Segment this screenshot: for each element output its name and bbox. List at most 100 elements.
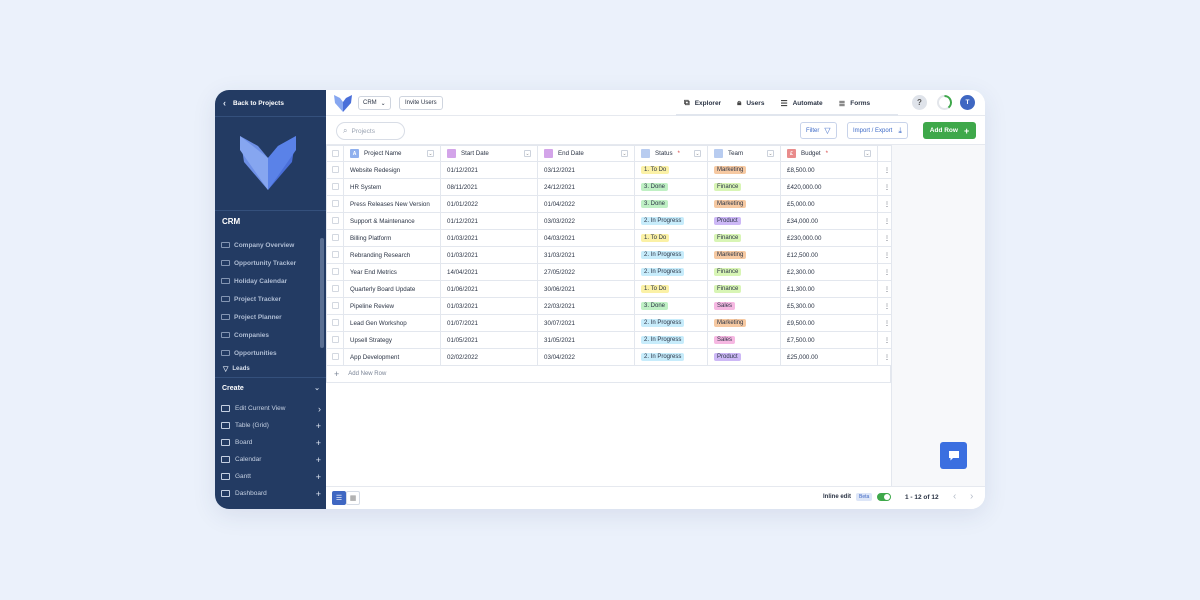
column-header-start-date[interactable]: Start Date ⌄ bbox=[440, 145, 538, 162]
column-header-project-name[interactable]: A Project Name ⌄ bbox=[343, 145, 441, 162]
table-row[interactable]: Pipeline Review 01/03/2021 22/03/2021 3. Do… bbox=[326, 297, 892, 315]
chat-button[interactable] bbox=[940, 442, 967, 469]
cell-project-name[interactable]: Year End Metrics bbox=[343, 263, 441, 281]
avatar[interactable]: T bbox=[960, 95, 975, 110]
create-board[interactable]: Board + bbox=[221, 434, 321, 451]
cell-project-name[interactable]: Upsell Strategy bbox=[343, 331, 441, 349]
inline-edit-toggle[interactable] bbox=[877, 493, 891, 501]
create-calendar[interactable]: Calendar + bbox=[221, 451, 321, 468]
row-menu-icon[interactable]: ⋮ bbox=[877, 263, 892, 281]
create-dashboard[interactable]: Dashboard + bbox=[221, 485, 321, 502]
cell-end-date[interactable]: 03/12/2021 bbox=[537, 161, 635, 179]
cell-project-name[interactable]: HR System bbox=[343, 178, 441, 196]
row-menu-icon[interactable]: ⋮ bbox=[877, 280, 892, 298]
table-row[interactable]: Rebranding Research 01/03/2021 31/03/2021 2… bbox=[326, 246, 892, 264]
cell-project-name[interactable]: Quarterly Board Update bbox=[343, 280, 441, 298]
chevron-down-icon[interactable]: ⌄ bbox=[694, 150, 701, 157]
cell-status[interactable]: 2. In Progress bbox=[634, 212, 708, 230]
sidebar-item-project-planner[interactable]: Project Planner bbox=[221, 308, 321, 326]
cell-start-date[interactable]: 01/03/2021 bbox=[440, 246, 538, 264]
row-checkbox[interactable] bbox=[326, 246, 344, 264]
row-menu-icon[interactable]: ⋮ bbox=[877, 178, 892, 196]
row-checkbox[interactable] bbox=[326, 229, 344, 247]
cell-end-date[interactable]: 30/07/2021 bbox=[537, 314, 635, 332]
invite-users-button[interactable]: Invite Users bbox=[399, 96, 443, 110]
cell-project-name[interactable]: Rebranding Research bbox=[343, 246, 441, 264]
table-row[interactable]: Press Releases New Version 01/01/2022 01/0… bbox=[326, 195, 892, 213]
cell-end-date[interactable]: 31/03/2021 bbox=[537, 246, 635, 264]
cell-budget[interactable]: £2,300.00 bbox=[780, 263, 878, 281]
cell-team[interactable]: Marketing bbox=[707, 161, 781, 179]
cell-end-date[interactable]: 01/04/2022 bbox=[537, 195, 635, 213]
chevron-down-icon[interactable]: ⌄ bbox=[767, 150, 774, 157]
table-row[interactable]: Quarterly Board Update 01/06/2021 30/06/20… bbox=[326, 280, 892, 298]
row-menu-icon[interactable]: ⋮ bbox=[877, 314, 892, 332]
row-checkbox[interactable] bbox=[326, 161, 344, 179]
tab-automate[interactable]: ☰ Automate bbox=[772, 90, 830, 116]
row-menu-icon[interactable]: ⋮ bbox=[877, 212, 892, 230]
add-new-row-button[interactable]: + Add New Row bbox=[326, 366, 891, 383]
chevron-down-icon[interactable]: ⌄ bbox=[524, 150, 531, 157]
tab-explorer[interactable]: ⧉ Explorer bbox=[676, 90, 729, 116]
sidebar-item-holiday-calendar[interactable]: Holiday Calendar bbox=[221, 272, 321, 290]
cell-status[interactable]: 1. To Do bbox=[634, 161, 708, 179]
cell-status[interactable]: 1. To Do bbox=[634, 280, 708, 298]
sidebar-item-company-overview[interactable]: Company Overview bbox=[221, 236, 321, 254]
cell-team[interactable]: Finance bbox=[707, 280, 781, 298]
cell-end-date[interactable]: 27/05/2022 bbox=[537, 263, 635, 281]
cell-end-date[interactable]: 03/04/2022 bbox=[537, 348, 635, 366]
chevron-left-icon[interactable]: ‹ bbox=[953, 491, 956, 502]
cell-team[interactable]: Marketing bbox=[707, 314, 781, 332]
cell-budget[interactable]: £420,000.00 bbox=[780, 178, 878, 196]
cell-budget[interactable]: £230,000.00 bbox=[780, 229, 878, 247]
table-row[interactable]: HR System 08/11/2021 24/12/2021 3. Done Fina… bbox=[326, 178, 892, 196]
row-menu-icon[interactable]: ⋮ bbox=[877, 161, 892, 179]
tab-users[interactable]: 🔒︎ Users bbox=[729, 90, 772, 116]
row-checkbox[interactable] bbox=[326, 263, 344, 281]
chevron-down-icon[interactable]: ⌄ bbox=[864, 150, 871, 157]
search-input[interactable]: ⌕ Projects bbox=[336, 122, 405, 140]
cell-status[interactable]: 3. Done bbox=[634, 195, 708, 213]
cell-team[interactable]: Finance bbox=[707, 178, 781, 196]
cell-start-date[interactable]: 01/06/2021 bbox=[440, 280, 538, 298]
cell-budget[interactable]: £8,500.00 bbox=[780, 161, 878, 179]
app-logo-small[interactable] bbox=[334, 95, 352, 112]
table-row[interactable]: Support & Maintenance 01/12/2021 03/03/202… bbox=[326, 212, 892, 230]
cell-team[interactable]: Sales bbox=[707, 297, 781, 315]
cell-start-date[interactable]: 14/04/2021 bbox=[440, 263, 538, 281]
help-button[interactable]: ? bbox=[912, 95, 927, 110]
cell-project-name[interactable]: Pipeline Review bbox=[343, 297, 441, 315]
create-edit-current-view[interactable]: Edit Current View › bbox=[221, 400, 321, 417]
column-header-budget[interactable]: £ Budget * ⌄ bbox=[780, 145, 878, 162]
column-header-status[interactable]: Status * ⌄ bbox=[634, 145, 708, 162]
tab-forms[interactable]: ≣ Forms bbox=[831, 90, 879, 116]
create-gantt[interactable]: Gantt + bbox=[221, 468, 321, 485]
cell-start-date[interactable]: 01/01/2022 bbox=[440, 195, 538, 213]
cell-end-date[interactable]: 22/03/2021 bbox=[537, 297, 635, 315]
sidebar-item-opportunity-tracker[interactable]: Opportunity Tracker bbox=[221, 254, 321, 272]
cell-project-name[interactable]: Billing Platform bbox=[343, 229, 441, 247]
sidebar-item-companies[interactable]: Companies bbox=[221, 326, 321, 344]
filter-button[interactable]: Filter ▽ bbox=[800, 122, 837, 139]
add-row-button[interactable]: Add Row + bbox=[923, 122, 976, 139]
workspace-select[interactable]: CRM ⌄ bbox=[358, 96, 391, 110]
cell-team[interactable]: Marketing bbox=[707, 195, 781, 213]
cell-start-date[interactable]: 01/03/2021 bbox=[440, 229, 538, 247]
cell-team[interactable]: Sales bbox=[707, 331, 781, 349]
create-section-toggle[interactable]: Create ⌄ bbox=[222, 381, 320, 395]
sidebar-scrollbar[interactable] bbox=[320, 238, 324, 348]
row-checkbox[interactable] bbox=[326, 348, 344, 366]
cell-budget[interactable]: £7,500.00 bbox=[780, 331, 878, 349]
sidebar-item-project-tracker[interactable]: Project Tracker bbox=[221, 290, 321, 308]
row-menu-icon[interactable]: ⋮ bbox=[877, 331, 892, 349]
chevron-down-icon[interactable]: ⌄ bbox=[427, 150, 434, 157]
select-all-checkbox[interactable] bbox=[326, 145, 344, 162]
cell-budget[interactable]: £1,300.00 bbox=[780, 280, 878, 298]
column-header-end-date[interactable]: End Date ⌄ bbox=[537, 145, 635, 162]
row-checkbox[interactable] bbox=[326, 212, 344, 230]
cell-project-name[interactable]: Website Redesign bbox=[343, 161, 441, 179]
cell-team[interactable]: Finance bbox=[707, 263, 781, 281]
cell-status[interactable]: 3. Done bbox=[634, 297, 708, 315]
chevron-right-icon[interactable]: › bbox=[970, 491, 973, 502]
cell-project-name[interactable]: Lead Gen Workshop bbox=[343, 314, 441, 332]
